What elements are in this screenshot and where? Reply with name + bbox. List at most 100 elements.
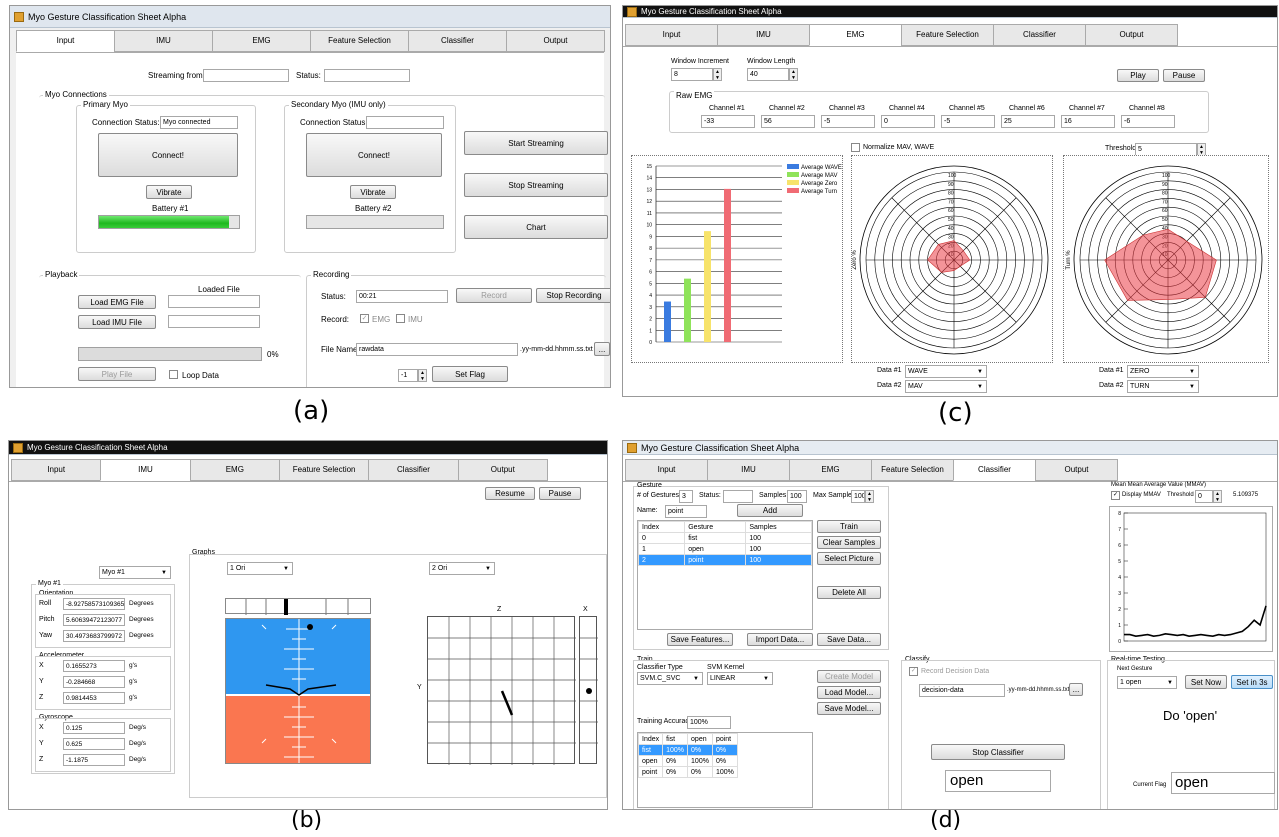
delete-all-button[interactable]: Delete All	[817, 586, 881, 599]
classifier-type-select[interactable]: SVM.C_SVC ▼	[637, 672, 703, 685]
resume-button[interactable]: Resume	[485, 487, 535, 500]
left-data2-select[interactable]: MAV ▼	[905, 380, 987, 393]
tab-classifier[interactable]: Classifier	[408, 30, 507, 52]
svm-kernel-select[interactable]: LINEAR ▼	[707, 672, 773, 685]
display-mmav-checkbox[interactable]: ✓	[1111, 491, 1120, 500]
window-length-field[interactable]: 40	[747, 68, 789, 81]
load-imu-button[interactable]: Load IMU File	[78, 315, 156, 329]
record-button[interactable]: Record	[456, 288, 532, 303]
channel-value[interactable]: -5	[941, 115, 995, 128]
tab-classifier[interactable]: Classifier	[993, 24, 1086, 46]
tab-imu[interactable]: IMU	[100, 459, 191, 481]
rec-imu-checkbox[interactable]	[396, 314, 405, 323]
max-samples-spinner[interactable]: ▲ ▼	[865, 490, 874, 503]
imu-file-field[interactable]	[168, 315, 260, 328]
mmav-threshold-field[interactable]: 0	[1195, 490, 1213, 503]
left-data1-select[interactable]: WAVE ▼	[905, 365, 987, 378]
save-data-button[interactable]: Save Data...	[817, 633, 881, 646]
secondary-vibrate-button[interactable]: Vibrate	[350, 185, 396, 199]
emg-file-field[interactable]	[168, 295, 260, 308]
tab-input[interactable]: Input	[16, 30, 115, 52]
primary-connect-button[interactable]: Connect!	[98, 133, 238, 177]
imu-row-value[interactable]: 0.1655273	[63, 660, 125, 672]
gesture-status-field[interactable]	[723, 490, 753, 503]
stop-recording-button[interactable]: Stop Recording	[536, 288, 610, 303]
primary-vibrate-button[interactable]: Vibrate	[146, 185, 192, 199]
tab-feature-selection[interactable]: Feature Selection	[278, 459, 370, 481]
table-row[interactable]: 0 fist 100	[637, 532, 812, 544]
right-data1-select[interactable]: ZERO ▼	[1127, 365, 1199, 378]
flag-field[interactable]: -1	[398, 369, 418, 382]
window-increment-field[interactable]: 8	[671, 68, 713, 81]
imu-row-value[interactable]: 0.9814453	[63, 692, 125, 704]
table-row[interactable]: fist 100% 0% 0%	[637, 744, 738, 756]
save-features-button[interactable]: Save Features...	[667, 633, 733, 646]
training-accuracy-field[interactable]: 100%	[687, 716, 731, 729]
flag-spinner[interactable]: ▲ ▼	[418, 369, 427, 382]
graph1-select[interactable]: 1 Ori ▼	[227, 562, 293, 575]
channel-value[interactable]: 25	[1001, 115, 1055, 128]
max-samples-field[interactable]: 100	[851, 490, 865, 503]
imu-row-value[interactable]: -0.284668	[63, 676, 125, 688]
pause-button[interactable]: Pause	[1163, 69, 1205, 82]
name-field[interactable]: point	[665, 505, 707, 518]
num-gestures-field[interactable]: 3	[679, 490, 693, 503]
decision-file-field[interactable]: decision-data	[919, 684, 1005, 697]
clear-samples-button[interactable]: Clear Samples	[817, 536, 881, 549]
window-increment-spinner[interactable]: ▲ ▼	[713, 68, 722, 81]
channel-value[interactable]: -33	[701, 115, 755, 128]
tab-output[interactable]: Output	[1035, 459, 1118, 481]
tab-input[interactable]: Input	[11, 459, 102, 481]
tab-imu[interactable]: IMU	[114, 30, 213, 52]
rec-status-field[interactable]: 00:21	[356, 290, 448, 303]
mmav-threshold-spinner[interactable]: ▲ ▼	[1213, 490, 1222, 503]
channel-value[interactable]: 16	[1061, 115, 1115, 128]
table-row[interactable]: 1 open 100	[637, 543, 812, 555]
secondary-connect-button[interactable]: Connect!	[306, 133, 442, 177]
decision-browse-button[interactable]: ...	[1069, 683, 1083, 696]
stop-streaming-button[interactable]: Stop Streaming	[464, 173, 608, 197]
pause-button[interactable]: Pause	[539, 487, 581, 500]
tab-feature-selection[interactable]: Feature Selection	[310, 30, 409, 52]
set-in-3s-button[interactable]: Set in 3s	[1231, 675, 1273, 689]
streaming-from-field[interactable]	[203, 69, 289, 82]
file-name-field[interactable]: rawdata	[356, 343, 518, 356]
status-field[interactable]	[324, 69, 410, 82]
tab-feature-selection[interactable]: Feature Selection	[871, 459, 954, 481]
tab-emg[interactable]: EMG	[809, 24, 902, 46]
imu-row-value[interactable]: 30.4973683799972	[63, 630, 125, 642]
chart-button[interactable]: Chart	[464, 215, 608, 239]
add-button[interactable]: Add	[737, 504, 803, 517]
tab-emg[interactable]: EMG	[789, 459, 872, 481]
browse-button[interactable]: ...	[594, 342, 610, 356]
next-gesture-select[interactable]: 1 open ▼	[1117, 676, 1177, 689]
tab-emg[interactable]: EMG	[189, 459, 280, 481]
samples-field[interactable]: 100	[787, 490, 807, 503]
record-decision-checkbox[interactable]: ✓	[909, 667, 918, 676]
tab-input[interactable]: Input	[625, 459, 708, 481]
save-model-button[interactable]: Save Model...	[817, 702, 881, 715]
myo-select[interactable]: Myo #1 ▼	[99, 566, 171, 579]
normalize-checkbox[interactable]	[851, 143, 860, 152]
play-button[interactable]: Play	[1117, 69, 1159, 82]
import-data-button[interactable]: Import Data...	[747, 633, 813, 646]
rec-emg-checkbox[interactable]: ✓	[360, 314, 369, 323]
tab-imu[interactable]: IMU	[707, 459, 790, 481]
secondary-conn-status[interactable]	[366, 116, 444, 129]
imu-row-value[interactable]: -1.1875	[63, 754, 125, 766]
table-row[interactable]: open 0% 100% 0%	[637, 755, 738, 767]
tab-output[interactable]: Output	[457, 459, 548, 481]
tab-imu[interactable]: IMU	[717, 24, 810, 46]
imu-row-value[interactable]: 0.125	[63, 722, 125, 734]
start-streaming-button[interactable]: Start Streaming	[464, 131, 608, 155]
tab-classifier[interactable]: Classifier	[368, 459, 459, 481]
set-flag-button[interactable]: Set Flag	[432, 366, 508, 382]
imu-row-value[interactable]: 0.625	[63, 738, 125, 750]
imu-row-value[interactable]: -8.92758573109365	[63, 598, 125, 610]
channel-value[interactable]: 0	[881, 115, 935, 128]
set-now-button[interactable]: Set Now	[1185, 675, 1227, 689]
tab-output[interactable]: Output	[1085, 24, 1178, 46]
tab-feature-selection[interactable]: Feature Selection	[901, 24, 994, 46]
tab-output[interactable]: Output	[506, 30, 605, 52]
tab-classifier[interactable]: Classifier	[953, 459, 1036, 481]
